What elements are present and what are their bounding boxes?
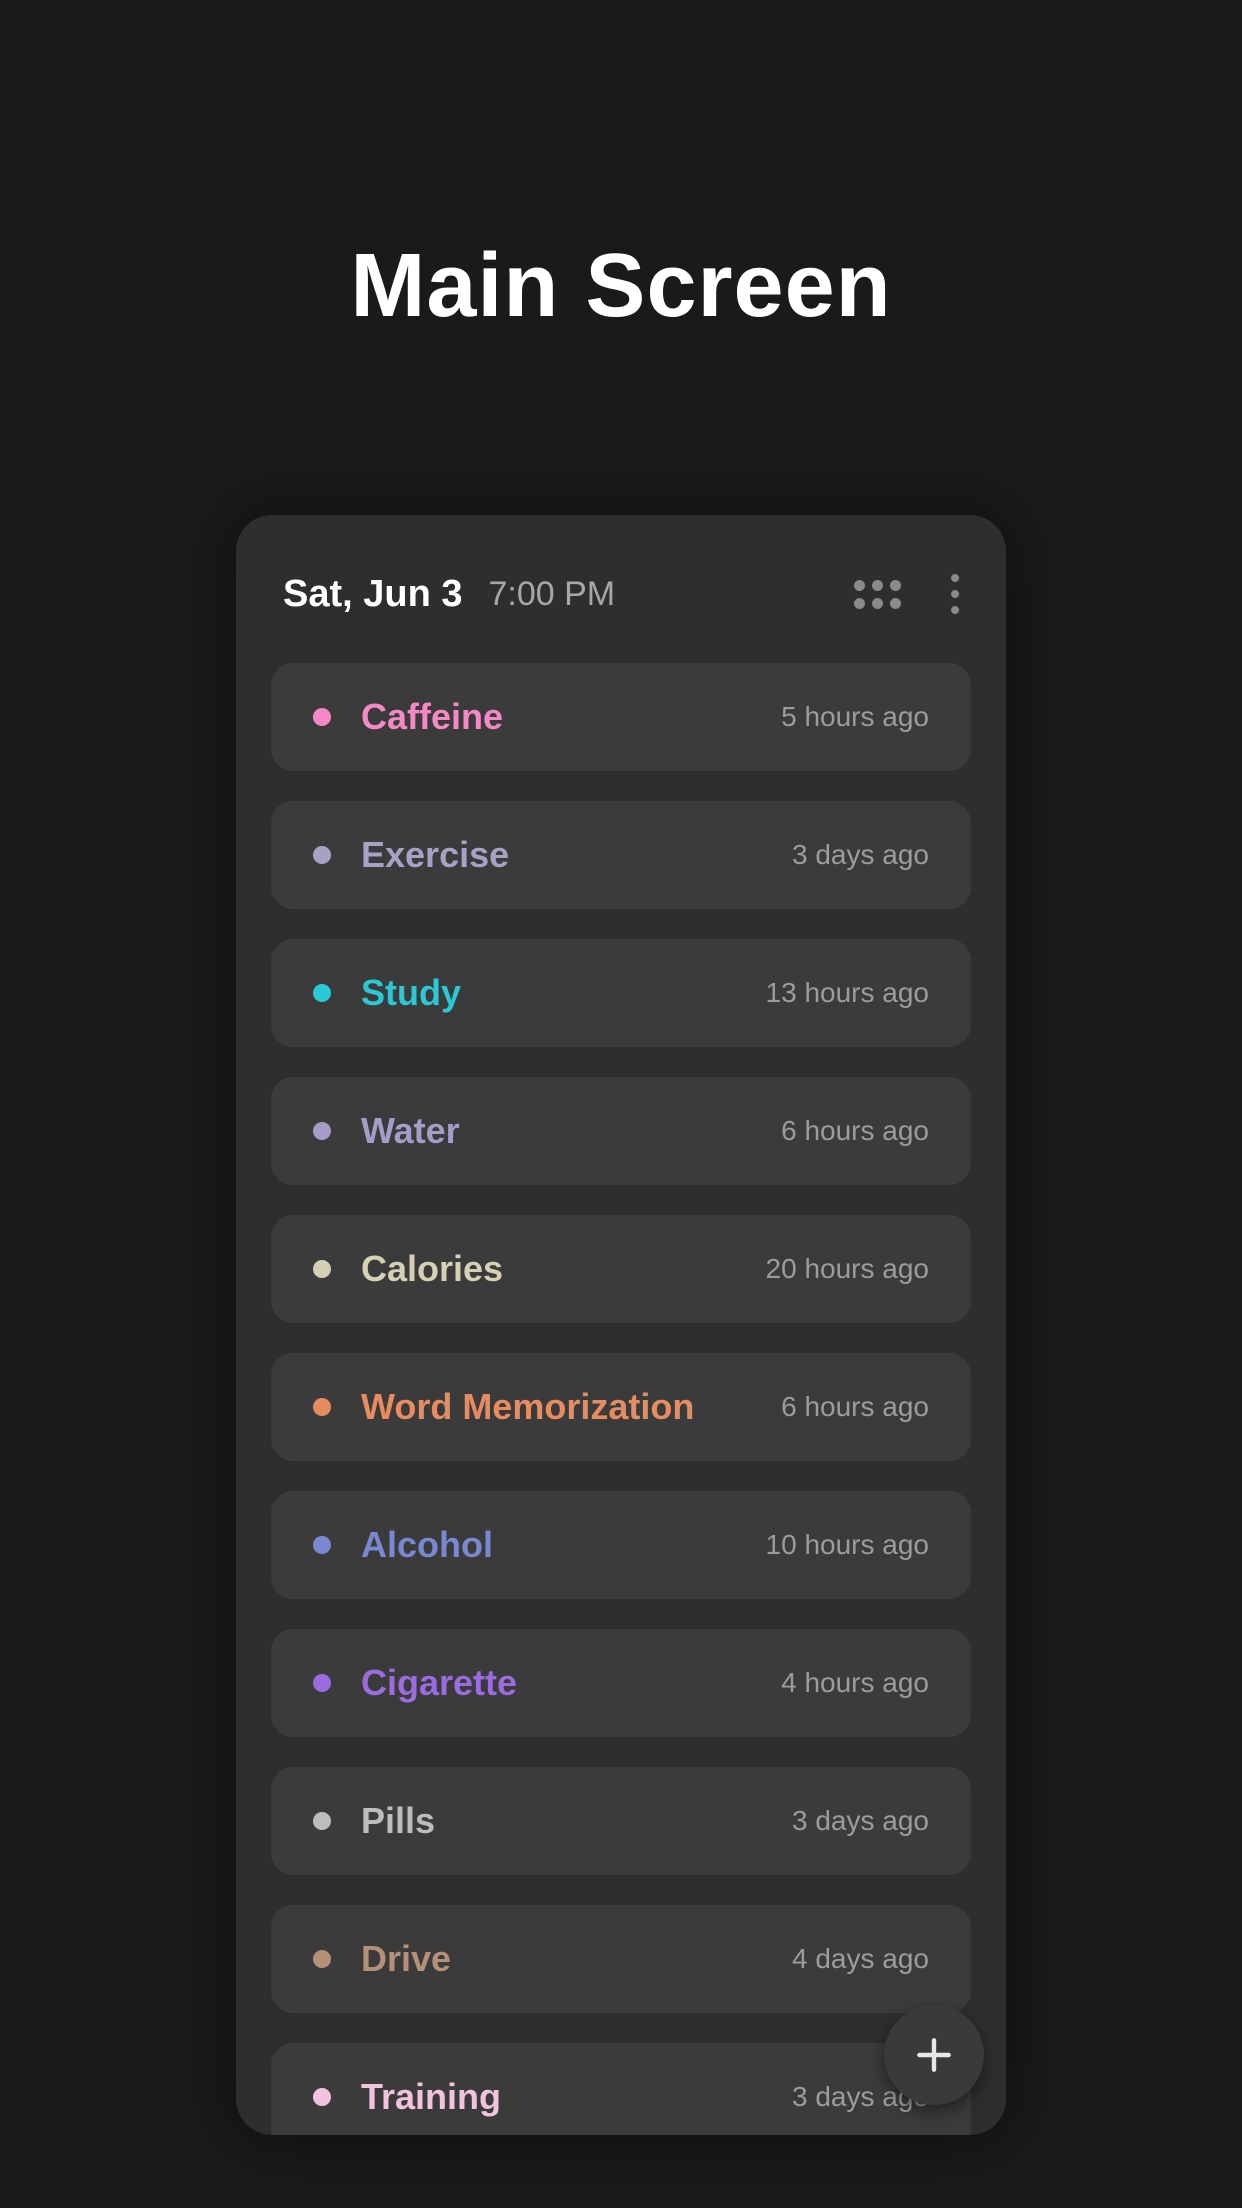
item-time: 4 days ago xyxy=(792,1943,929,1975)
habit-list: Caffeine 5 hours ago Exercise 3 days ago Stu… xyxy=(271,663,971,2135)
add-button[interactable] xyxy=(884,2005,984,2105)
item-label: Study xyxy=(361,972,461,1014)
color-dot-icon xyxy=(313,708,331,726)
item-label: Cigarette xyxy=(361,1662,517,1704)
list-item[interactable]: Training3 days ago xyxy=(271,2043,971,2135)
list-item[interactable]: Calories 20 hours ago xyxy=(271,1215,971,1323)
list-item[interactable]: Study 13 hours ago xyxy=(271,939,971,1047)
list-item[interactable]: Water 6 hours ago xyxy=(271,1077,971,1185)
list-item[interactable]: Caffeine 5 hours ago xyxy=(271,663,971,771)
list-item[interactable]: Pills 3 days ago xyxy=(271,1767,971,1875)
list-item[interactable]: Alcohol 10 hours ago xyxy=(271,1491,971,1599)
item-label: Word Memorization xyxy=(361,1386,694,1428)
item-time: 3 days ago xyxy=(792,839,929,871)
item-time: 6 hours ago xyxy=(781,1391,929,1423)
item-label: Calories xyxy=(361,1248,503,1290)
item-label: Exercise xyxy=(361,834,509,876)
more-vertical-icon[interactable] xyxy=(951,574,959,614)
color-dot-icon xyxy=(313,1398,331,1416)
color-dot-icon xyxy=(313,1812,331,1830)
header-icons xyxy=(854,574,959,614)
grid-view-icon[interactable] xyxy=(854,580,901,609)
item-time: 4 hours ago xyxy=(781,1667,929,1699)
color-dot-icon xyxy=(313,1260,331,1278)
color-dot-icon xyxy=(313,2088,331,2106)
color-dot-icon xyxy=(313,1536,331,1554)
card-header: Sat, Jun 3 7:00 PM xyxy=(271,555,971,633)
color-dot-icon xyxy=(313,1674,331,1692)
item-label: Drive xyxy=(361,1938,451,1980)
item-label: Caffeine xyxy=(361,696,503,738)
page-title: Main Screen xyxy=(350,235,891,338)
color-dot-icon xyxy=(313,1122,331,1140)
color-dot-icon xyxy=(313,846,331,864)
item-label: Training xyxy=(361,2076,501,2118)
list-item[interactable]: Exercise 3 days ago xyxy=(271,801,971,909)
main-card: Sat, Jun 3 7:00 PM Caffeine 5 hours ago Ex… xyxy=(236,515,1006,2135)
color-dot-icon xyxy=(313,1950,331,1968)
time-text: 7:00 PM xyxy=(489,575,616,614)
item-label: Pills xyxy=(361,1800,435,1842)
date-text: Sat, Jun 3 xyxy=(283,573,463,616)
item-label: Water xyxy=(361,1110,460,1152)
item-time: 10 hours ago xyxy=(766,1529,929,1561)
plus-icon xyxy=(912,2033,956,2077)
item-time: 20 hours ago xyxy=(766,1253,929,1285)
item-time: 6 hours ago xyxy=(781,1115,929,1147)
item-label: Alcohol xyxy=(361,1524,493,1566)
list-item[interactable]: Word Memorization 6 hours ago xyxy=(271,1353,971,1461)
item-time: 5 hours ago xyxy=(781,701,929,733)
list-item[interactable]: Drive 4 days ago xyxy=(271,1905,971,2013)
color-dot-icon xyxy=(313,984,331,1002)
list-item[interactable]: Cigarette 4 hours ago xyxy=(271,1629,971,1737)
item-time: 13 hours ago xyxy=(766,977,929,1009)
item-time: 3 days ago xyxy=(792,1805,929,1837)
